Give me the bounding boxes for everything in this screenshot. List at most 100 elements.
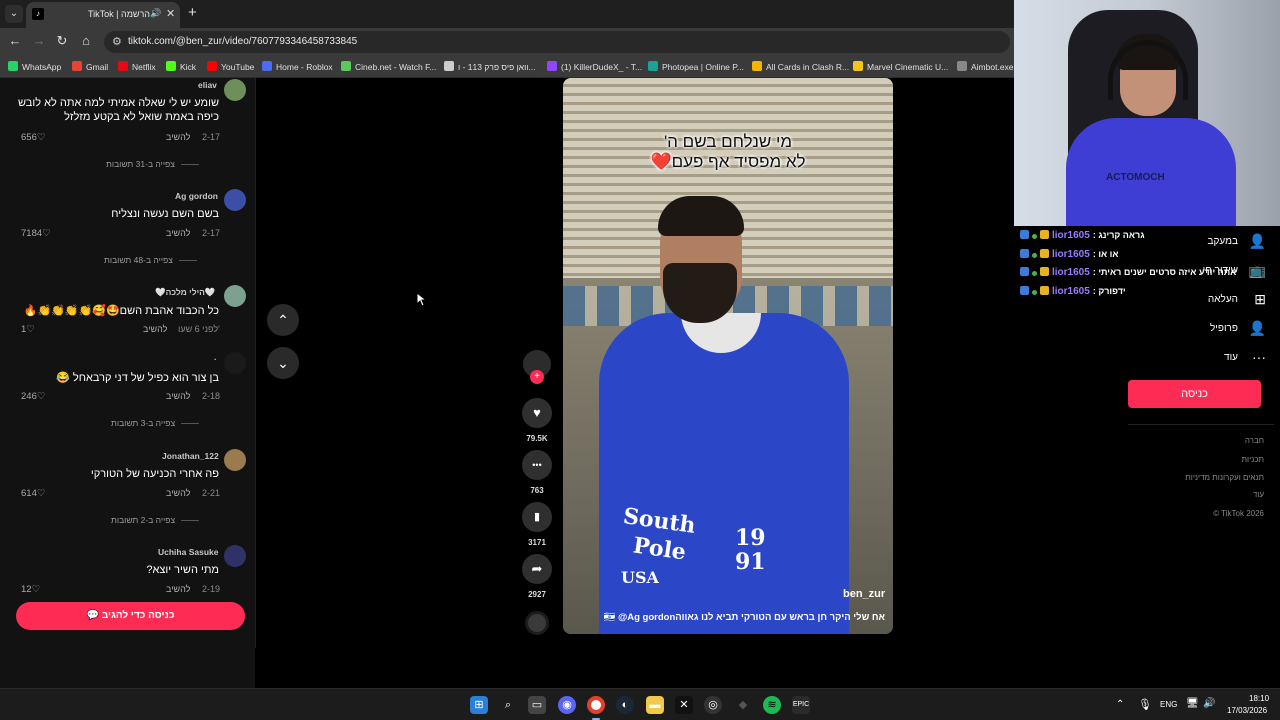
like-button[interactable]: ♥ [522, 398, 552, 428]
capcut-icon[interactable]: ✕ [675, 696, 693, 714]
avatar[interactable] [224, 545, 246, 567]
sidebar-item-more[interactable]: ··· עוד [1134, 348, 1274, 368]
clock-date[interactable]: 17/03/2026 [1227, 706, 1267, 715]
start-icon[interactable]: ⊞ [470, 696, 488, 714]
reply-button[interactable]: להשיב [166, 488, 190, 498]
tab-search-button[interactable]: ⌄ [5, 5, 23, 23]
sidebar-item-profile[interactable]: 👤 פרופיל [1134, 319, 1274, 339]
chat-text: : או או [1092, 248, 1119, 259]
footer-link-more[interactable]: עוד [1253, 490, 1264, 499]
reply-button[interactable]: להשיב [166, 391, 190, 401]
avatar[interactable] [224, 352, 246, 374]
bookmark-item[interactable]: Home - Roblox [262, 61, 333, 73]
bookmark-item[interactable]: YouTube [207, 61, 254, 73]
next-video-button[interactable]: ⌄ [267, 347, 299, 379]
bookmark-item[interactable]: Marvel Cinematic U... [853, 61, 948, 73]
search-icon[interactable]: ⌕ [499, 696, 517, 714]
app-icon[interactable]: ◆ [734, 696, 752, 714]
tray-overflow-icon[interactable]: ⌃ [1116, 699, 1124, 710]
bookmark-item[interactable]: Kick [166, 61, 196, 73]
view-replies-button[interactable]: צפייה ב-31 תשובות [106, 159, 199, 169]
reply-button[interactable]: להשיב [166, 584, 190, 594]
forward-button[interactable]: → [30, 33, 48, 48]
reply-button[interactable]: להשיב [143, 324, 167, 334]
task-view-icon[interactable]: ▭ [528, 696, 546, 714]
follow-button[interactable]: + [530, 370, 544, 384]
login-to-comment-button[interactable]: 💬 כניסה כדי להגיב [16, 602, 245, 630]
comment-button[interactable]: ••• [522, 450, 552, 480]
comment-username[interactable]: eliav [198, 80, 217, 90]
reload-button[interactable]: ↻ [53, 33, 71, 49]
bookmark-favicon-icon [957, 61, 967, 71]
clock-time[interactable]: 18:10 [1249, 694, 1269, 703]
chrome-icon[interactable] [587, 696, 605, 714]
previous-video-button[interactable]: ⌃ [267, 304, 299, 336]
file-explorer-icon[interactable]: ▬ [646, 696, 664, 714]
bookmark-item[interactable]: WhatsApp [8, 61, 61, 73]
bookmark-item[interactable]: Gmail [72, 61, 108, 73]
home-button[interactable]: ⌂ [77, 33, 95, 48]
microphone-icon[interactable]: 🎙 [1138, 698, 1152, 711]
spotify-icon[interactable]: ≋ [763, 696, 781, 714]
comment-like-button[interactable]: 246♡ [21, 391, 45, 402]
video-author[interactable]: ben_zur [843, 588, 885, 600]
save-button[interactable]: ▮ [522, 502, 552, 532]
comment-username[interactable]: Uchiha Sasuke [158, 547, 218, 557]
share-button[interactable]: ➦ [522, 554, 552, 584]
view-replies-button[interactable]: צפייה ב-2 תשובות [111, 515, 200, 525]
audio-playing-icon[interactable]: 🔊 [150, 8, 161, 19]
more-icon: ··· [1252, 349, 1266, 365]
bookmark-item[interactable]: Netflix [118, 61, 156, 73]
music-disc-icon[interactable] [525, 611, 549, 635]
bookmark-item[interactable]: Aimbot.exe [957, 61, 1014, 73]
comment-count: 763 [530, 486, 544, 495]
volume-icon[interactable]: 🔊 [1203, 698, 1215, 709]
avatar[interactable] [224, 79, 246, 101]
footer-link-company[interactable]: חברה [1245, 436, 1264, 445]
comment-like-button[interactable]: 12♡ [21, 584, 40, 595]
avatar[interactable] [224, 285, 246, 307]
avatar[interactable] [224, 189, 246, 211]
bookmark-item[interactable]: Cineb.net - Watch F... [341, 61, 436, 73]
epic-games-icon[interactable]: EPIC [792, 696, 810, 714]
avatar[interactable] [224, 449, 246, 471]
comment-like-button[interactable]: 1♡ [21, 324, 35, 335]
sidebar-item-upload[interactable]: ⊞ העלאה [1134, 290, 1274, 310]
footer-link-programs[interactable]: תכניות [1241, 455, 1264, 464]
video-actions: + ♥ 79.5K ••• 763 ▮ 3171 ➦ 2927 [521, 348, 553, 648]
tab-close-button[interactable]: ✕ [166, 7, 175, 20]
bookmark-item[interactable]: Photopea | Online P... [648, 61, 744, 73]
reply-button[interactable]: להשיב [166, 228, 190, 238]
github-icon[interactable]: ◎ [704, 696, 722, 714]
comment-like-button[interactable]: 7184♡ [21, 228, 51, 239]
view-replies-button[interactable]: צפייה ב-3 תשובות [111, 418, 200, 428]
site-info-icon[interactable]: ⚙ [112, 35, 122, 48]
sidebar-item-live[interactable]: 📺 שידור חי [1134, 261, 1274, 281]
comment-like-button[interactable]: 614♡ [21, 488, 45, 499]
video-player[interactable]: South Pole 19 91 USA מי שנלחם בשם ה' לא … [563, 78, 893, 634]
comment-username[interactable]: Ag gordon [175, 191, 218, 201]
chat-message: lior1605: גראה קרינג [1020, 230, 1145, 244]
bookmark-item[interactable]: (1) KillerDudeX_ - T... [547, 61, 642, 73]
comment-like-button[interactable]: 656♡ [21, 132, 45, 143]
comment-username[interactable]: 🤍הילי מלכה🤍 [155, 287, 216, 298]
view-replies-button[interactable]: צפייה ב-48 תשובות [104, 255, 197, 265]
new-tab-button[interactable]: + [188, 4, 197, 21]
discord-icon[interactable]: ◉ [558, 696, 576, 714]
bookmark-label: (1) KillerDudeX_ - T... [561, 62, 643, 72]
tab-tiktok[interactable]: ♪ TikTok | הרשמה 🔊 ✕ [26, 2, 180, 28]
reply-button[interactable]: להשיב [166, 132, 190, 142]
jacket-text-year: 19 91 [735, 525, 766, 575]
language-indicator[interactable]: ENG [1160, 700, 1177, 709]
comment-username[interactable]: Jonathan_122 [162, 451, 219, 461]
login-button[interactable]: כניסה [1128, 380, 1261, 408]
footer-link-terms[interactable]: תנאים ועקרונות מדיניות [1185, 473, 1264, 482]
bookmark-item[interactable]: וואן פיס פרק 113 - ו... [444, 61, 536, 73]
sidebar-item-following[interactable]: 👤 במעקב [1134, 232, 1274, 252]
comment-username[interactable]: . [214, 352, 216, 362]
steam-icon[interactable]: ◐ [616, 696, 634, 714]
network-icon[interactable]: 🖥 [1186, 698, 1199, 709]
address-bar[interactable]: ⚙ tiktok.com/@ben_zur/video/760779334645… [104, 31, 1010, 53]
back-button[interactable]: ← [6, 33, 24, 48]
bookmark-item[interactable]: All Cards in Clash R... [752, 61, 849, 73]
